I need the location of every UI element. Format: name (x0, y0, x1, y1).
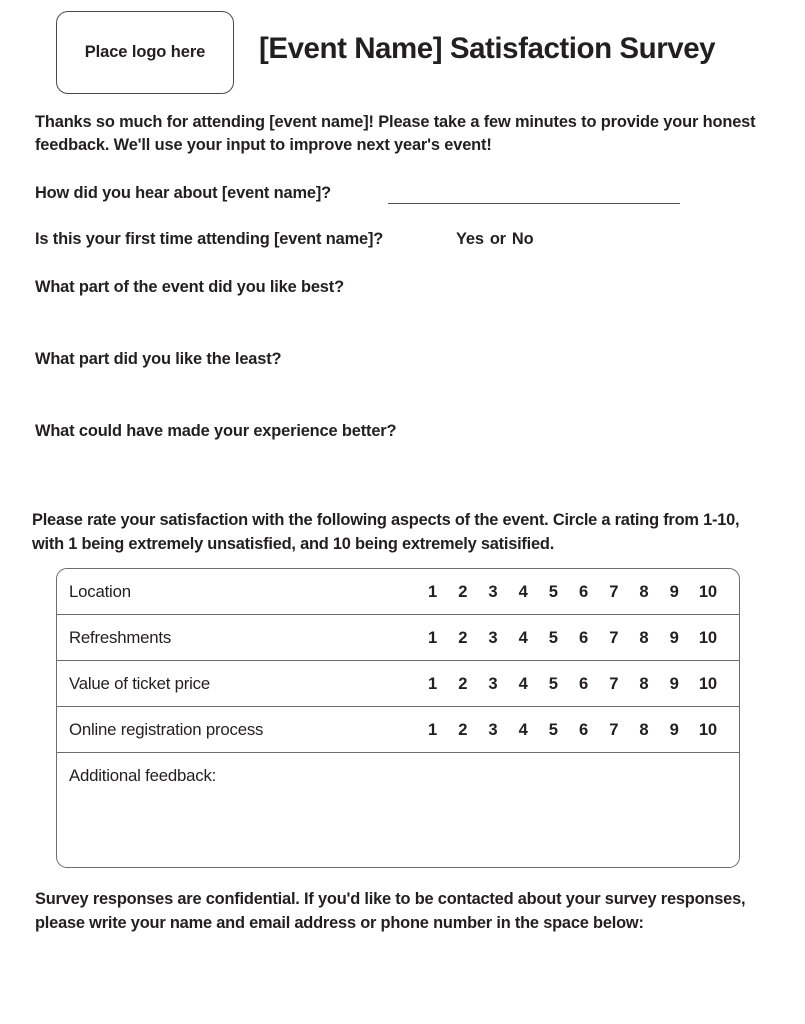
rating-option[interactable]: 2 (457, 628, 468, 648)
rating-option[interactable]: 3 (487, 674, 498, 694)
rating-option[interactable]: 8 (638, 582, 649, 602)
question-liked-best: What part of the event did you like best… (35, 278, 344, 296)
rating-option[interactable]: 7 (608, 720, 619, 740)
rating-option[interactable]: 6 (578, 720, 589, 740)
page-title: [Event Name] Satisfaction Survey (259, 32, 716, 65)
rating-option[interactable]: 7 (608, 628, 619, 648)
rating-option[interactable]: 8 (638, 628, 649, 648)
option-no[interactable]: No (512, 230, 534, 248)
rating-option[interactable]: 4 (518, 582, 529, 602)
answer-write-in-line-hear-about[interactable] (388, 203, 680, 204)
document-header: Place logo here [Event Name] Satisfactio… (0, 0, 805, 105)
question-liked-least: What part did you like the least? (35, 350, 282, 368)
rating-option[interactable]: 7 (608, 674, 619, 694)
table-row: Value of ticket price 1 2 3 4 5 6 7 8 9 … (57, 661, 739, 707)
rating-option[interactable]: 6 (578, 628, 589, 648)
additional-feedback-area[interactable]: Additional feedback: (57, 753, 739, 867)
rating-option[interactable]: 2 (457, 720, 468, 740)
rating-scale: 1 2 3 4 5 6 7 8 9 10 (427, 720, 717, 740)
rating-option[interactable]: 9 (669, 628, 680, 648)
rating-option[interactable]: 2 (457, 582, 468, 602)
rating-option[interactable]: 5 (548, 582, 559, 602)
question-improvement: What could have made your experience bet… (35, 422, 397, 440)
additional-feedback-label: Additional feedback: (69, 766, 217, 785)
rating-option[interactable]: 10 (699, 674, 717, 694)
rating-option[interactable]: 6 (578, 582, 589, 602)
rating-option[interactable]: 1 (427, 582, 438, 602)
rating-scale: 1 2 3 4 5 6 7 8 9 10 (427, 582, 717, 602)
rating-option[interactable]: 8 (638, 674, 649, 694)
rating-option[interactable]: 4 (518, 720, 529, 740)
rating-row-label: Online registration process (69, 719, 264, 739)
table-row: Online registration process 1 2 3 4 5 6 … (57, 707, 739, 753)
rating-option[interactable]: 10 (699, 628, 717, 648)
rating-option[interactable]: 5 (548, 720, 559, 740)
first-time-options: Yes or No (456, 230, 534, 249)
survey-document-page: Place logo here [Event Name] Satisfactio… (0, 0, 805, 1024)
rating-scale: 1 2 3 4 5 6 7 8 9 10 (427, 674, 717, 694)
rating-instructions: Please rate your satisfaction with the f… (32, 511, 740, 553)
option-yes[interactable]: Yes (456, 230, 484, 248)
rating-option[interactable]: 1 (427, 720, 438, 740)
rating-scale: 1 2 3 4 5 6 7 8 9 10 (427, 628, 717, 648)
option-separator: or (489, 230, 506, 248)
rating-option[interactable]: 4 (518, 628, 529, 648)
rating-option[interactable]: 5 (548, 628, 559, 648)
rating-option[interactable]: 5 (548, 674, 559, 694)
question-hear-about: How did you hear about [event name]? (35, 184, 332, 202)
logo-placeholder-box[interactable]: Place logo here (56, 11, 234, 94)
rating-option[interactable]: 10 (699, 582, 717, 602)
rating-option[interactable]: 1 (427, 628, 438, 648)
rating-option[interactable]: 7 (608, 582, 619, 602)
intro-paragraph: Thanks so much for attending [event name… (35, 113, 756, 155)
rating-row-label: Location (69, 581, 131, 601)
rating-table: Location 1 2 3 4 5 6 7 8 9 10 Refreshmen… (56, 568, 740, 868)
rating-option[interactable]: 2 (457, 674, 468, 694)
logo-placeholder-label: Place logo here (84, 42, 206, 61)
rating-option[interactable]: 10 (699, 720, 717, 740)
rating-option[interactable]: 1 (427, 674, 438, 694)
question-first-time: Is this your first time attending [event… (35, 230, 384, 248)
confidentiality-note: Survey responses are confidential. If yo… (35, 890, 746, 932)
table-row: Refreshments 1 2 3 4 5 6 7 8 9 10 (57, 615, 739, 661)
rating-option[interactable]: 9 (669, 582, 680, 602)
rating-option[interactable]: 3 (487, 720, 498, 740)
rating-option[interactable]: 9 (669, 720, 680, 740)
table-row: Location 1 2 3 4 5 6 7 8 9 10 (57, 569, 739, 615)
rating-row-label: Value of ticket price (69, 673, 210, 693)
rating-option[interactable]: 6 (578, 674, 589, 694)
rating-option[interactable]: 9 (669, 674, 680, 694)
rating-option[interactable]: 3 (487, 628, 498, 648)
rating-option[interactable]: 8 (638, 720, 649, 740)
rating-option[interactable]: 4 (518, 674, 529, 694)
rating-row-label: Refreshments (69, 627, 172, 647)
rating-option[interactable]: 3 (487, 582, 498, 602)
